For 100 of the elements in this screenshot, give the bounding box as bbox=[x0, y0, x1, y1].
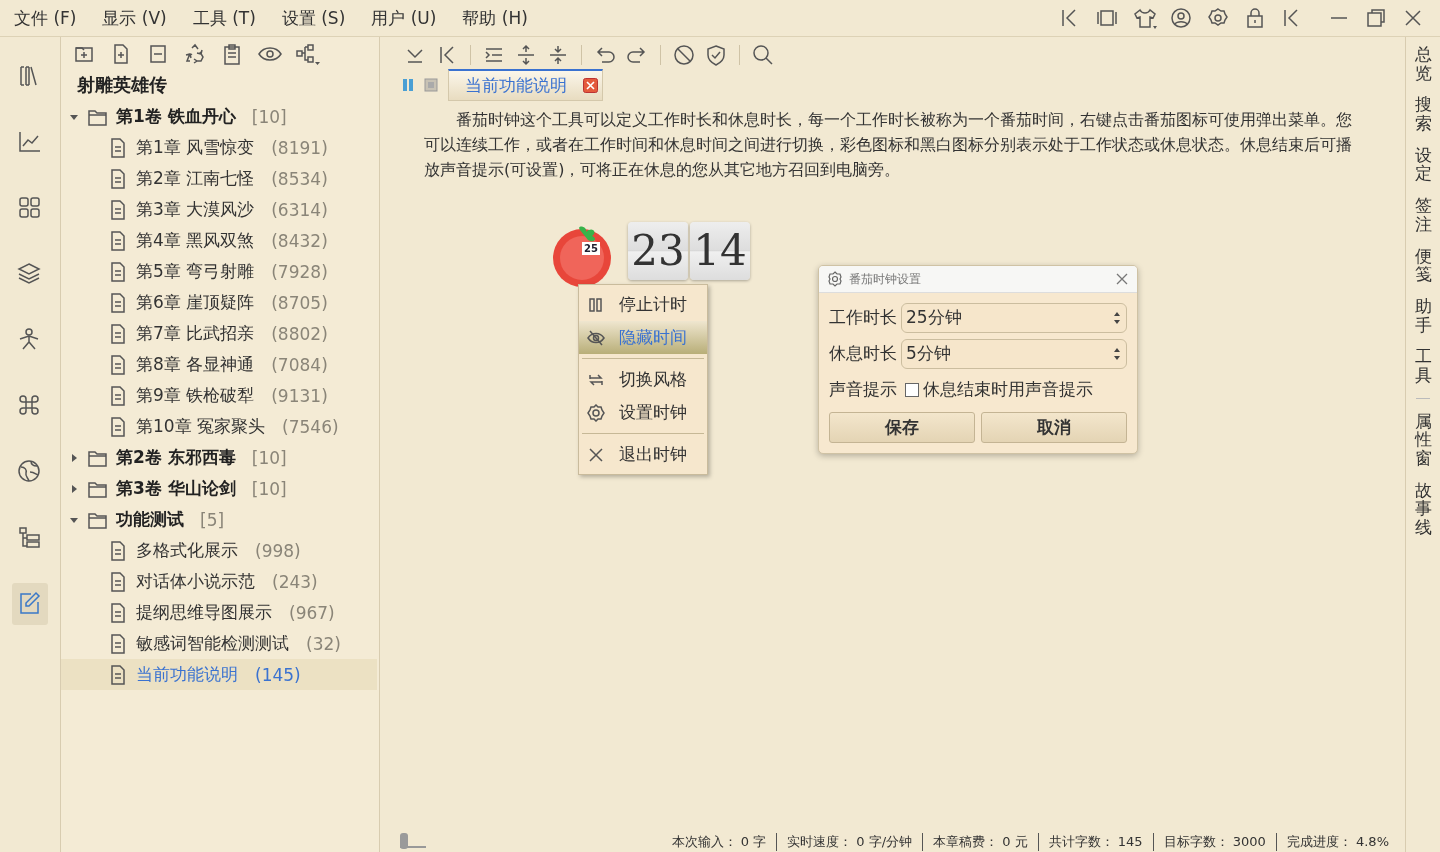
document-icon bbox=[109, 664, 127, 685]
document-icon bbox=[109, 633, 127, 654]
tree-icon bbox=[17, 525, 43, 551]
mind-map-icon[interactable] bbox=[295, 43, 321, 65]
menu-item[interactable]: 帮助 (H) bbox=[462, 6, 528, 30]
field-label: 休息时长 bbox=[829, 342, 897, 365]
caret-right-icon[interactable] bbox=[69, 483, 79, 494]
flip-digit: 23 bbox=[628, 222, 688, 280]
caret-right-icon[interactable] bbox=[69, 452, 79, 463]
close-icon bbox=[587, 445, 605, 464]
menu-item[interactable]: 切换风格 bbox=[579, 363, 707, 396]
document-icon bbox=[109, 416, 127, 437]
spin-arrows-icon[interactable] bbox=[1112, 346, 1122, 361]
tree-item[interactable]: 第7章 比武招亲 (8802) bbox=[61, 318, 377, 349]
compress-icon[interactable] bbox=[547, 44, 569, 66]
menu-item[interactable]: 设置时钟 bbox=[579, 396, 707, 429]
tree-item[interactable]: 第2章 江南七怪 (8534) bbox=[61, 163, 377, 194]
expand-icon[interactable] bbox=[515, 44, 537, 66]
layers-icon bbox=[17, 261, 43, 287]
status-text: 本章稿费： 0 元 bbox=[922, 833, 1038, 851]
document-icon bbox=[109, 292, 127, 313]
tree-folder[interactable]: 第3卷 华山论剑 [10] bbox=[61, 473, 379, 504]
tree-item[interactable]: 提纲思维导图展示 (967) bbox=[61, 597, 377, 628]
tree-folder[interactable]: 第1卷 铁血丹心 [10] bbox=[61, 101, 379, 132]
side-tab[interactable]: 属性窗 bbox=[1414, 411, 1432, 468]
tree-folder[interactable]: 第2卷 东邪西毒 [10] bbox=[61, 442, 379, 473]
menu-item[interactable]: 显示 (V) bbox=[102, 6, 167, 30]
menu-item[interactable]: 用户 (U) bbox=[371, 6, 437, 30]
tree-item[interactable]: 多格式化展示 (998) bbox=[61, 535, 377, 566]
menu-item[interactable]: 设置 (S) bbox=[281, 6, 346, 30]
tree-item[interactable]: 第6章 崖顶疑阵 (8705) bbox=[61, 287, 377, 318]
side-tab[interactable]: 助手 bbox=[1414, 296, 1432, 335]
spin-box[interactable]: 25分钟 bbox=[901, 302, 1127, 333]
status-text: 共计字数： 145 bbox=[1037, 833, 1153, 851]
tree-item[interactable]: 敏感词智能检测测试 (32) bbox=[61, 628, 377, 659]
tree-item[interactable]: 当前功能说明 (145) bbox=[61, 659, 377, 690]
document-icon bbox=[109, 261, 127, 282]
tree-folder[interactable]: 功能测试 [5] bbox=[61, 504, 379, 535]
menu-item[interactable]: 退出时钟 bbox=[579, 438, 707, 471]
status-text: 本次输入： 0 字 bbox=[670, 833, 768, 851]
tree-item[interactable]: 第8章 各显神通 (7084) bbox=[61, 349, 377, 380]
shirt-icon[interactable] bbox=[1133, 7, 1157, 29]
undo-icon[interactable] bbox=[594, 44, 616, 66]
settings-icon[interactable] bbox=[1207, 7, 1231, 29]
dialog-button[interactable]: 保存 bbox=[829, 412, 975, 443]
grid-icon bbox=[17, 195, 43, 221]
dialog-title: 番茄时钟设置 bbox=[849, 270, 922, 288]
timer-badge: 25 bbox=[582, 242, 600, 255]
close-icon[interactable] bbox=[1115, 272, 1129, 286]
side-tab[interactable]: 故事线 bbox=[1414, 480, 1432, 537]
zoom-slider[interactable] bbox=[400, 836, 426, 848]
redo-icon[interactable] bbox=[626, 44, 648, 66]
tree-item[interactable]: 第1章 风雪惊变 (8191) bbox=[61, 132, 377, 163]
edit-icon bbox=[17, 591, 43, 617]
search-icon[interactable] bbox=[752, 44, 774, 66]
spin-box[interactable]: 5分钟 bbox=[901, 338, 1127, 369]
side-tab[interactable]: 设定 bbox=[1414, 145, 1432, 184]
side-tab[interactable]: 工具 bbox=[1414, 347, 1432, 385]
panel-icon[interactable] bbox=[1096, 7, 1120, 29]
settings-icon bbox=[587, 403, 605, 422]
tree-item[interactable]: 第10章 冤家聚头 (7546) bbox=[61, 411, 377, 442]
menu-item[interactable]: 工具 (T) bbox=[192, 6, 256, 30]
tree-item[interactable]: 对话体小说示范 (243) bbox=[61, 566, 377, 597]
shield-check-icon[interactable] bbox=[705, 44, 727, 66]
settings-icon bbox=[827, 271, 843, 287]
pause-icon bbox=[587, 295, 605, 314]
flip-digit: 14 bbox=[690, 222, 750, 280]
sound-checkbox[interactable]: 休息结束时用声音提示 bbox=[905, 378, 1093, 401]
document-icon bbox=[109, 199, 127, 220]
status-text: 目标字数： 3000 bbox=[1152, 833, 1276, 851]
tree-item[interactable]: 第4章 黑风双煞 (8432) bbox=[61, 225, 377, 256]
document-icon bbox=[109, 137, 127, 158]
status-text: 完成进度： 4.8% bbox=[1275, 833, 1399, 851]
user-icon[interactable] bbox=[1170, 7, 1194, 29]
side-tab[interactable]: 便笺 bbox=[1414, 246, 1432, 284]
tree-item[interactable]: 第3章 大漠风沙 (6314) bbox=[61, 194, 377, 225]
globe-icon bbox=[17, 459, 43, 485]
document-icon bbox=[109, 602, 127, 623]
document-icon bbox=[109, 385, 127, 406]
dialog-button[interactable]: 取消 bbox=[981, 412, 1127, 443]
menu-item[interactable]: 文件 (F) bbox=[14, 6, 77, 30]
close-icon[interactable] bbox=[583, 78, 598, 93]
paragraph: 番茄时钟这个工具可以定义工作时长和休息时长，每一个工作时长被称为一个番茄时间，右键点击番茄图标可使用弹出菜单。您可以连续工作，或者在工作时间和休息时间之间进行切换，彩色图标和黑白图标分别表示处于工作状态或休息状态。休息结束后可播放声音提示(可设置)，可将正在休息的您从其它地方召回到电脑旁。 bbox=[424, 109, 1353, 181]
spin-arrows-icon[interactable] bbox=[1112, 310, 1122, 325]
chart-icon bbox=[17, 129, 43, 155]
document-icon bbox=[109, 354, 127, 375]
field-label: 工作时长 bbox=[829, 306, 897, 329]
block-icon[interactable] bbox=[673, 44, 695, 66]
menu-item[interactable]: 停止计时 bbox=[579, 288, 707, 321]
status-text: 实时速度： 0 字/分钟 bbox=[776, 833, 923, 851]
tree-item[interactable]: 第5章 弯弓射雕 (7928) bbox=[61, 256, 377, 287]
document-icon bbox=[109, 323, 127, 344]
tree-item[interactable]: 第9章 铁枪破犁 (9131) bbox=[61, 380, 377, 411]
side-tab[interactable]: 搜索 bbox=[1414, 95, 1432, 133]
document-tab[interactable]: 当前功能说明 bbox=[448, 69, 603, 101]
hidden-icon bbox=[587, 328, 605, 347]
document-icon bbox=[109, 230, 127, 251]
side-tab[interactable]: 签注 bbox=[1414, 196, 1432, 234]
slider-thumb[interactable] bbox=[400, 833, 408, 849]
side-tab[interactable]: 总览 bbox=[1414, 45, 1432, 83]
